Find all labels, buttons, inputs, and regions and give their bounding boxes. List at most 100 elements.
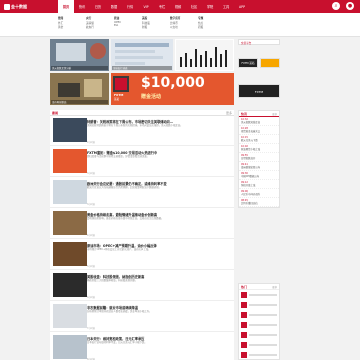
sidebar2-row[interactable] <box>239 340 279 350</box>
article-summary: 分析师预计本周非农就业人数增长放缓，失业率或小幅上升。 <box>87 310 152 313</box>
sidebar2-row[interactable] <box>239 300 279 310</box>
nav-item[interactable]: APP <box>234 0 250 13</box>
nav-item[interactable]: 学院 <box>202 0 218 13</box>
sidebar2-row-line <box>249 294 277 296</box>
nav-item[interactable]: 视频 <box>170 0 186 13</box>
sidebar-flash: 快讯 更多 10:32 美元指数短线走高 10:28 现货黄金突破关口 10:15 欧元兑… <box>238 110 280 208</box>
subnav-link[interactable]: 欧央行 <box>86 25 94 29</box>
subnav-link[interactable]: EIA <box>114 24 121 27</box>
banner-4-caption: 金价再创新高 <box>51 100 108 104</box>
subnav-column-head[interactable]: 原油 <box>114 16 121 20</box>
subnav-link[interactable]: 黄金 <box>58 25 63 29</box>
article-item[interactable]: 美股收盘：科技股领涨，纳指创历史新高 隔夜美股三大指数集体收涨，科技股表现亮眼。 6… <box>50 273 234 301</box>
nav-item[interactable]: 行情 <box>122 0 138 13</box>
sidebar2-row-marker <box>241 342 247 348</box>
nav-item[interactable]: 数据 <box>106 0 122 13</box>
nav-item[interactable]: 工具 <box>218 0 234 13</box>
promo-brand-sub: 富拓 <box>114 98 120 101</box>
subnav-column-head[interactable]: 美股 <box>142 16 150 20</box>
article-summary: 隔夜美股三大指数集体收涨，科技股表现亮眼。 <box>87 279 138 282</box>
banner-4[interactable]: 金价再创新高 <box>50 73 109 105</box>
sidebar2-row[interactable] <box>239 310 279 320</box>
article-meta: 4小时前 <box>87 234 95 237</box>
sidebar-title: 快讯 <box>241 111 248 116</box>
sidebar2-row[interactable] <box>239 320 279 330</box>
main-news-list: 要闻 更多 特朗普：关税政策将在下周公布，市场密切关注美联储动向… 美国总统特朗普… <box>50 110 234 360</box>
nav-item[interactable]: 社区 <box>186 0 202 13</box>
logo[interactable]: 金十数据 <box>4 2 28 11</box>
article-item[interactable]: 黄金价格持续走高，避险情绪升温推动金价创新高 受地缘局势影响，黄金价格在亚市盘中持… <box>50 211 234 239</box>
sidebar-flash-text: 中国CPI数据公布 <box>241 175 260 178</box>
article-thumbnail[interactable] <box>53 211 87 235</box>
right-ad-header[interactable]: 交易平台 <box>238 39 280 45</box>
article-item[interactable]: 特朗普：关税政策将在下周公布，市场密切关注美联储动向… 美国总统特朗普表示将在下周… <box>50 118 234 146</box>
main-more-link[interactable]: 更多 <box>226 111 232 115</box>
article-thumbnail[interactable] <box>53 118 87 142</box>
sidebar-flash-text: 欧元兑美元下跌 <box>241 139 258 142</box>
subnav-link[interactable]: 财报 <box>142 25 150 29</box>
promo-amount: $10,000 <box>141 75 205 91</box>
sidebar-more-link[interactable]: 更多 <box>272 112 277 116</box>
banner-2-caption: 全球央行动态 <box>112 66 172 70</box>
article-summary: 受地缘局势影响，黄金价格在亚市盘中持续走高，交易员关注后续数据。 <box>87 217 164 220</box>
nav-item[interactable]: 专栏 <box>154 0 170 13</box>
sidebar-flash-item[interactable]: 08:45 比特币重回高位 <box>239 198 279 207</box>
banner-3[interactable] <box>175 39 234 71</box>
article-thumbnail[interactable] <box>53 242 87 266</box>
subnav-column-head[interactable]: 专题 <box>198 16 203 20</box>
article-thumbnail[interactable] <box>53 180 87 204</box>
subnav-column-head[interactable]: 数字货币 <box>170 16 180 20</box>
article-summary: 美国总统特朗普表示将在下周公布新的关税措施，市场对此反应强烈，美元指数小幅走高。 <box>87 124 183 127</box>
sidebar2-row[interactable] <box>239 290 279 300</box>
promo-banner[interactable]: FXTM 富拓 $10,000 赠金活动 <box>111 73 234 105</box>
nav-item[interactable]: 日历 <box>90 0 106 13</box>
sidebar2-row-line <box>249 334 277 336</box>
sidebar-flash-item[interactable]: 10:28 现货黄金突破关口 <box>239 126 279 135</box>
sidebar-flash-item[interactable]: 09:41 澳洲联储纪要公布 <box>239 162 279 171</box>
sidebar2-row[interactable] <box>239 350 279 360</box>
search-icon[interactable]: ⌕ <box>332 2 340 10</box>
subnav-column-head[interactable]: 要闻 <box>58 16 63 20</box>
subnav-link[interactable]: 以太坊 <box>170 25 180 29</box>
article-thumbnail[interactable] <box>53 335 87 359</box>
nav-item[interactable]: VIP <box>138 0 154 13</box>
main-list-header: 要闻 更多 <box>50 110 234 116</box>
sidebar-flash-item[interactable]: 10:02 原油期货小幅上涨 <box>239 144 279 153</box>
article-item[interactable]: 欧洲央行会议纪要：通胀前景仍不确定，或维持利率不变 欧央行官员认为当前通胀压力仍需… <box>50 180 234 208</box>
sidebar-flash-item[interactable]: 09:55 日经指数高开 <box>239 153 279 162</box>
article-item[interactable]: FXTM富拓：赠金$10,000 交易活动火热进行中 即日起参与活动即可获得交易赠… <box>50 149 234 177</box>
banner-2[interactable]: 全球央行动态 <box>111 39 173 71</box>
banner-1[interactable]: 美元指数走势分析 <box>50 39 109 71</box>
sidebar2-row-line <box>249 324 277 326</box>
sidebar-flash-item[interactable]: 09:12 恒指开盘上涨 <box>239 180 279 189</box>
article-item[interactable]: 原油市场：OPEC+减产预期升温，油价小幅反弹 市场预计OPEC+将在会议上讨论延… <box>50 242 234 270</box>
subnav-column-head[interactable]: 央行 <box>86 16 94 20</box>
subnav-column: 央行 美联储 欧央行 <box>86 16 94 29</box>
article-summary: 市场预计OPEC+将在会议上讨论延长减产，油价应声上涨。 <box>87 248 151 251</box>
right-ad-fxtm-2[interactable]: FXTM <box>238 84 280 98</box>
top-bar: 金十数据 首页 快讯 日历 数据 行情 VIP 专栏 视频 社区 学院 工具 APP ⌕ ● <box>0 0 360 13</box>
sidebar-flash-item[interactable]: 09:30 中国CPI数据公布 <box>239 171 279 180</box>
sidebar-flash-item[interactable]: 09:00 人民币中间价调升 <box>239 189 279 198</box>
nav-item[interactable]: 快讯 <box>74 0 90 13</box>
user-icon[interactable]: ● <box>346 2 354 10</box>
article-thumbnail[interactable] <box>53 273 87 297</box>
article-thumbnail[interactable] <box>53 149 87 173</box>
article-item[interactable]: 非农数据前瞻：就业市场或继续降温 分析师预计本周非农就业人数增长放缓，失业率或小幅… <box>50 304 234 332</box>
article-item[interactable]: 日本央行：维持宽松政策，日元汇率承压 日本央行宣布维持利率不变，日元兑美元汇率小幅… <box>50 335 234 360</box>
article-meta: 6小时前 <box>87 296 95 299</box>
nav-item[interactable]: 首页 <box>58 0 74 13</box>
sidebar-flash-item[interactable]: 10:32 美元指数短线走高 <box>239 117 279 126</box>
tab-news[interactable]: 要闻 <box>52 111 58 115</box>
sidebar2-row[interactable] <box>239 330 279 340</box>
promo-sub: 赠金活动 <box>141 94 162 100</box>
sidebar-flash-item[interactable]: 10:15 欧元兑美元下跌 <box>239 135 279 144</box>
right-ad-2[interactable] <box>260 58 280 68</box>
right-ad-fxtm[interactable]: FXTM 富拓 <box>238 58 258 68</box>
subnav-link[interactable]: 研报 <box>198 25 203 29</box>
article-meta: 3小时前 <box>87 172 95 175</box>
main-nav: 首页 快讯 日历 数据 行情 VIP 专栏 视频 社区 学院 工具 APP <box>58 0 250 13</box>
sidebar2-more-link[interactable]: 更多 <box>272 285 277 289</box>
article-thumbnail[interactable] <box>53 304 87 328</box>
logo-mark-icon <box>4 3 10 10</box>
